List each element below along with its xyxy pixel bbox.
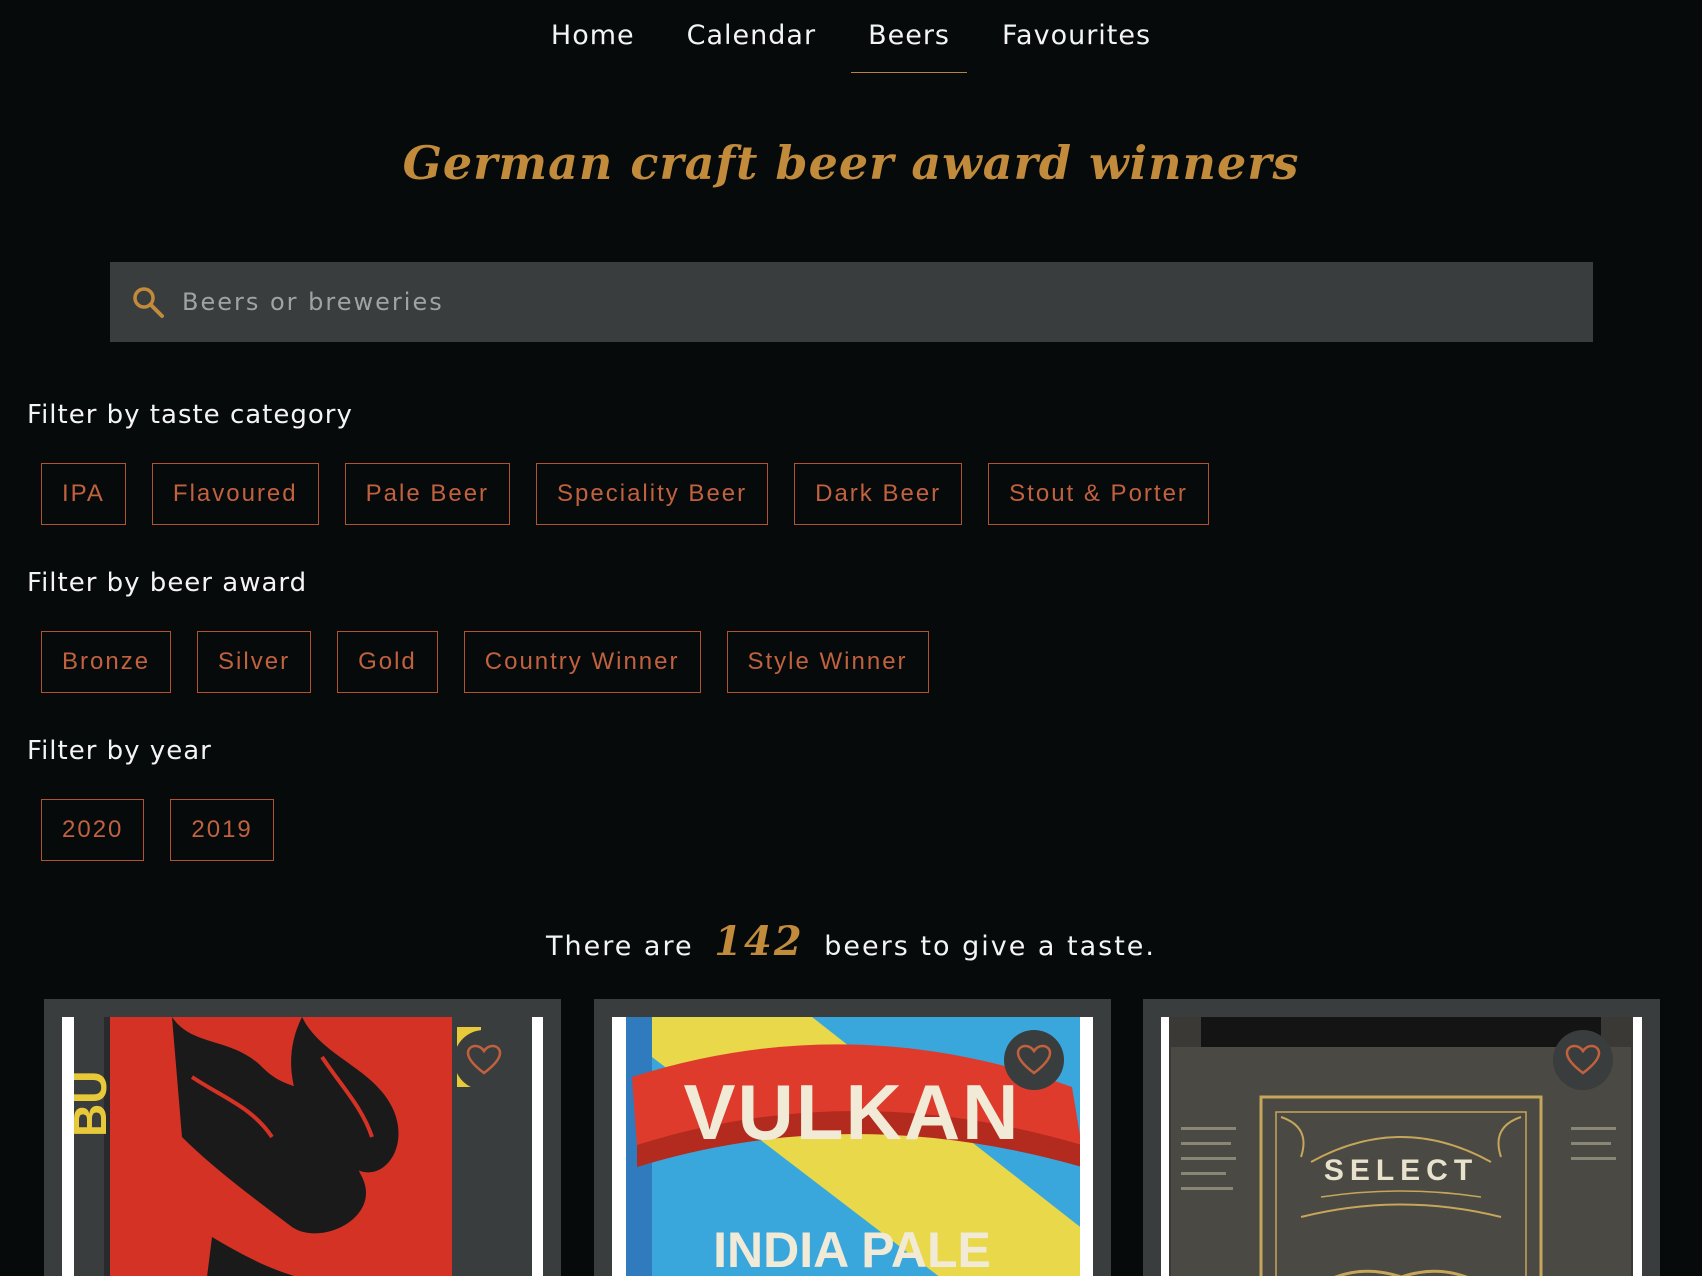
- results-suffix: beers to give a taste.: [824, 931, 1156, 962]
- nav-beers[interactable]: Beers: [851, 0, 967, 74]
- favourite-button[interactable]: [454, 1030, 514, 1090]
- card-2-sub-text: INDIA PALE: [713, 1222, 991, 1276]
- card-2-label-text: VULKAN: [684, 1068, 1021, 1156]
- chip-bronze[interactable]: Bronze: [41, 631, 172, 693]
- card-3-label-text: SELECT: [1324, 1154, 1478, 1187]
- results-prefix: There are: [546, 931, 694, 962]
- chip-stout-porter[interactable]: Stout & Porter: [988, 463, 1209, 525]
- chip-country-winner[interactable]: Country Winner: [463, 631, 701, 693]
- favourite-button[interactable]: [1553, 1030, 1613, 1090]
- chip-2019[interactable]: 2019: [170, 799, 274, 861]
- results-count: There are 142 beers to give a taste.: [0, 918, 1702, 965]
- page-title: German craft beer award winners: [402, 136, 1300, 190]
- chip-dark-beer[interactable]: Dark Beer: [794, 463, 963, 525]
- nav-favourites[interactable]: Favourites: [985, 0, 1168, 74]
- taste-filter-heading: Filter by taste category: [27, 400, 353, 430]
- chip-gold[interactable]: Gold: [337, 631, 438, 693]
- chip-flavoured[interactable]: Flavoured: [151, 463, 319, 525]
- chip-pale-beer[interactable]: Pale Beer: [344, 463, 511, 525]
- beer-card[interactable]: BU: [44, 999, 561, 1276]
- main-nav: Home Calendar Beers Favourites: [0, 0, 1702, 74]
- heart-icon: [1565, 1044, 1601, 1075]
- favourite-button[interactable]: [1004, 1030, 1064, 1090]
- taste-filter-chips: IPA Flavoured Pale Beer Speciality Beer …: [41, 463, 1209, 525]
- beer-card[interactable]: VULKAN INDIA PALE: [594, 999, 1111, 1276]
- nav-calendar[interactable]: Calendar: [670, 0, 833, 74]
- chip-silver[interactable]: Silver: [197, 631, 312, 693]
- search-input[interactable]: [182, 288, 1482, 316]
- chip-ipa[interactable]: IPA: [41, 463, 126, 525]
- chip-2020[interactable]: 2020: [41, 799, 145, 861]
- search-icon: [133, 287, 164, 318]
- year-filter-heading: Filter by year: [27, 736, 212, 766]
- award-filter-heading: Filter by beer award: [27, 568, 308, 598]
- results-number: 142: [714, 918, 804, 965]
- chip-style-winner[interactable]: Style Winner: [726, 631, 929, 693]
- heart-icon: [1016, 1044, 1052, 1075]
- beer-card[interactable]: SELECT: [1143, 999, 1660, 1276]
- award-filter-chips: Bronze Silver Gold Country Winner Style …: [41, 631, 929, 693]
- search-bar: [110, 262, 1593, 342]
- year-filter-chips: 2020 2019: [41, 799, 274, 861]
- chip-speciality-beer[interactable]: Speciality Beer: [536, 463, 769, 525]
- nav-home[interactable]: Home: [534, 0, 652, 74]
- heart-icon: [466, 1044, 502, 1075]
